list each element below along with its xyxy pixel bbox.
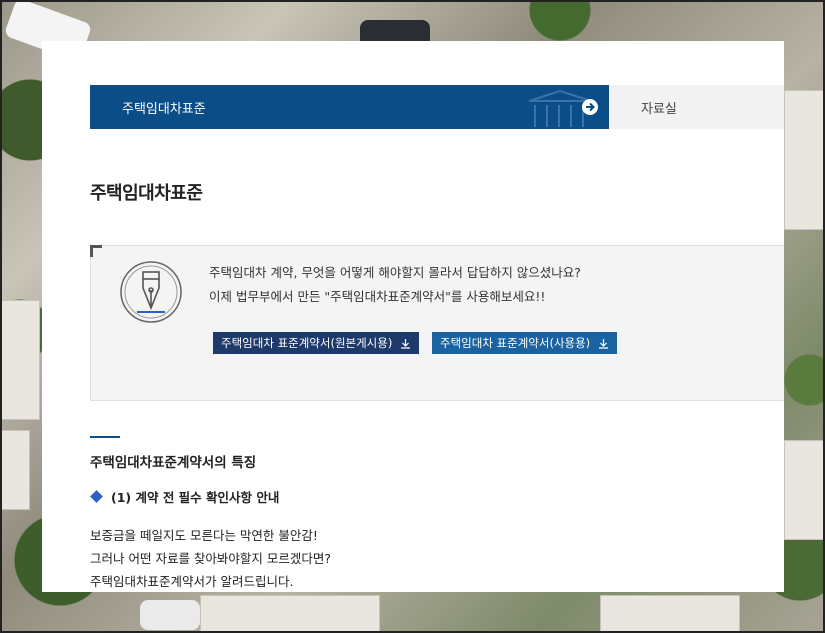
info-text-line1: 주택임대차 계약, 무엇을 어떻게 해야할지 몰라서 답답하지 않으셨나요? <box>209 265 581 280</box>
diamond-bullet-icon <box>90 490 103 503</box>
download-original-label: 주택임대차 표준계약서(원본게시용) <box>221 336 393 350</box>
sub-heading: (1) 계약 전 필수 확인사항 안내 <box>90 487 279 506</box>
house-roof <box>0 430 30 510</box>
house-roof <box>784 440 825 540</box>
fountain-pen-icon <box>120 261 182 323</box>
info-text-line2: 이제 법무부에서 만든 "주택임대차표준계약서"를 사용해보세요!! <box>209 289 546 304</box>
house-roof <box>784 90 825 230</box>
download-usage-label: 주택임대차 표준계약서(사용용) <box>440 336 591 350</box>
section-divider <box>90 436 120 438</box>
paragraph-line: 보증금을 떼일지도 모른다는 막연한 불안감! <box>90 528 318 543</box>
car <box>140 600 200 630</box>
nav-next-label: 자료실 <box>641 101 677 117</box>
house-roof <box>0 300 40 420</box>
download-icon <box>401 338 411 349</box>
breadcrumb-nav: 주택임대차표준 자료실 <box>90 85 784 129</box>
house-roof <box>600 595 740 633</box>
house-roof <box>200 595 380 633</box>
section-title: 주택임대차표준계약서의 특징 <box>90 455 257 471</box>
info-box: 주택임대차 계약, 무엇을 어떻게 해야할지 몰라서 답답하지 않으셨나요? 이… <box>90 245 784 401</box>
section-paragraph: 보증금을 떼일지도 모른다는 막연한 불안감! 그러나 어떤 자료를 찾아봐야할… <box>90 524 331 592</box>
download-usage-button[interactable]: 주택임대차 표준계약서(사용용) <box>432 332 618 354</box>
download-icon <box>599 338 609 349</box>
nav-next-item[interactable]: 자료실 <box>609 85 784 129</box>
paragraph-line: 그러나 어떤 자료를 찾아봐야할지 모르겠다면? <box>90 551 332 566</box>
paragraph-line: 주택임대차표준계약서가 알려드립니다. <box>90 574 294 589</box>
corner-bracket <box>90 245 102 257</box>
nav-current-item[interactable]: 주택임대차표준 <box>90 85 609 129</box>
download-original-button[interactable]: 주택임대차 표준계약서(원본게시용) <box>213 332 420 354</box>
page-title: 주택임대차표준 <box>90 183 203 204</box>
nav-current-label: 주택임대차표준 <box>122 101 206 117</box>
content-panel: 주택임대차표준 자료실 주택임대차표준 주택임대차 계약, 무엇을 어떻게 해야… <box>42 41 784 592</box>
arrow-right-circle-icon[interactable] <box>581 98 599 116</box>
sub-heading-text: (1) 계약 전 필수 확인사항 안내 <box>111 490 280 505</box>
